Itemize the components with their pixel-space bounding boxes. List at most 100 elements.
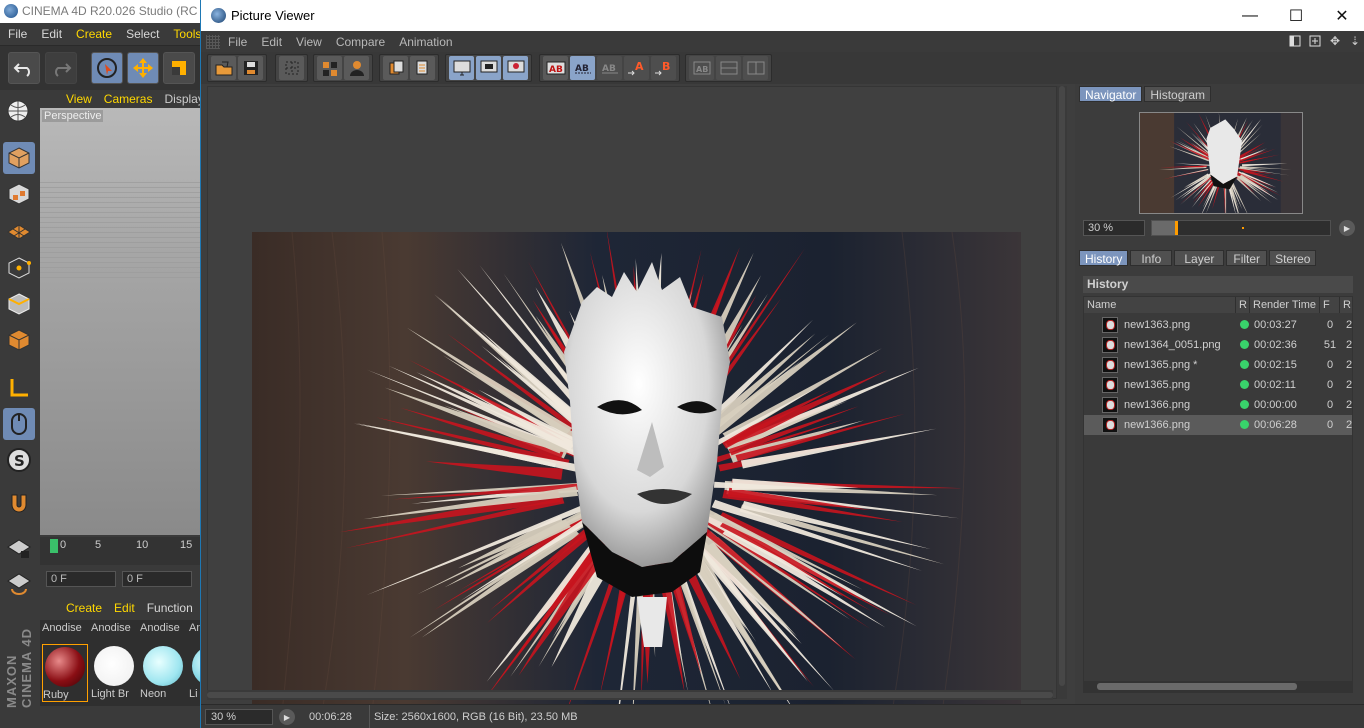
history-row[interactable]: new1365.png * 00:02:15 0 2: [1084, 355, 1352, 375]
globe-mode-button[interactable]: [3, 96, 35, 128]
edges-mode-button[interactable]: [3, 288, 35, 320]
live-selection-button[interactable]: [91, 52, 123, 84]
column-r[interactable]: R: [1236, 297, 1250, 313]
tab-layer[interactable]: Layer: [1174, 250, 1225, 266]
channel-c-button[interactable]: [743, 56, 768, 80]
close-button[interactable]: ✕: [1319, 0, 1364, 31]
c4d-timeline[interactable]: 0 5 10 15: [40, 537, 202, 565]
c4d-menu-tools[interactable]: Tools: [173, 27, 201, 41]
column-r2[interactable]: R: [1340, 297, 1352, 313]
timeline-playhead[interactable]: [50, 539, 58, 553]
ab-compare-button[interactable]: AB: [543, 56, 568, 80]
canvas-horizontal-scrollbar[interactable]: [207, 690, 1053, 700]
column-name[interactable]: Name: [1084, 297, 1236, 313]
history-row[interactable]: new1366.png 00:00:00 0 2: [1084, 395, 1352, 415]
set-a-button[interactable]: A: [624, 56, 649, 80]
redo-button[interactable]: [45, 52, 77, 84]
material-menu-function[interactable]: Function: [147, 601, 193, 615]
workplane-lock-button[interactable]: [3, 532, 35, 564]
tab-stereo[interactable]: Stereo: [1269, 250, 1317, 266]
history-row[interactable]: new1363.png 00:03:27 0 2: [1084, 315, 1352, 335]
material-menu-create[interactable]: Create: [66, 601, 102, 615]
c4d-menu-file[interactable]: File: [8, 27, 27, 41]
move-tool-button[interactable]: [127, 52, 159, 84]
move-panel-icon[interactable]: ✥: [1327, 33, 1343, 49]
tab-navigator[interactable]: Navigator: [1079, 86, 1143, 102]
minimize-button[interactable]: —: [1227, 0, 1273, 31]
image-canvas[interactable]: [207, 86, 1057, 713]
workplane-rotate-button[interactable]: [3, 568, 35, 600]
history-horizontal-scrollbar[interactable]: [1083, 681, 1353, 693]
axis-mode-button[interactable]: [3, 372, 35, 404]
current-frame-field[interactable]: 0 F: [122, 571, 192, 587]
snap-button[interactable]: [3, 488, 35, 520]
channel-grid-button[interactable]: [279, 56, 304, 80]
navigator-thumbnail[interactable]: [1139, 112, 1303, 214]
c4d-menu-edit[interactable]: Edit: [41, 27, 62, 41]
navigator-zoom-field[interactable]: 30 %: [1083, 220, 1145, 236]
model-mode-button[interactable]: [3, 142, 35, 174]
texture-mode-button[interactable]: [3, 178, 35, 210]
save-button[interactable]: [238, 56, 263, 80]
material-swatch-light[interactable]: Light Br: [91, 644, 137, 700]
points-mode-button[interactable]: [3, 252, 35, 284]
open-button[interactable]: [211, 56, 236, 80]
clear-history-button[interactable]: [410, 56, 435, 80]
history-row[interactable]: new1365.png 00:02:11 0 2: [1084, 375, 1352, 395]
workplane-mode-button[interactable]: [3, 214, 35, 246]
menu-animation[interactable]: Animation: [399, 35, 452, 49]
scale-tool-button[interactable]: [163, 52, 195, 84]
material-swatch[interactable]: Anodise: [42, 622, 88, 634]
scroll-thumb[interactable]: [1097, 683, 1297, 690]
material-menu-edit[interactable]: Edit: [114, 601, 135, 615]
ab-swap-button[interactable]: AB: [597, 56, 622, 80]
scroll-thumb[interactable]: [207, 692, 1053, 698]
copy-to-clipboard-button[interactable]: [383, 56, 408, 80]
material-swatch-ruby[interactable]: Ruby: [42, 644, 88, 702]
start-frame-field[interactable]: 0 F: [46, 571, 116, 587]
polygons-mode-button[interactable]: [3, 324, 35, 356]
menu-view[interactable]: View: [296, 35, 322, 49]
viewport-menu-view[interactable]: View: [66, 92, 92, 106]
viewport-canvas[interactable]: Perspective: [40, 108, 202, 535]
rendered-image[interactable]: [252, 232, 1021, 713]
column-render-time[interactable]: Render Time: [1250, 297, 1320, 313]
render-regions-button[interactable]: [317, 56, 342, 80]
stereo-view-button[interactable]: [503, 56, 528, 80]
arrow-down-icon[interactable]: ⇣: [1347, 33, 1363, 49]
tab-filter[interactable]: Filter: [1226, 250, 1268, 266]
panel-layout-icon[interactable]: [1287, 33, 1303, 49]
viewport-menu-display[interactable]: Display: [164, 92, 202, 106]
tweak-mode-button[interactable]: [3, 408, 35, 440]
play-icon[interactable]: ▶: [279, 709, 295, 725]
material-swatch[interactable]: Anodise: [140, 622, 186, 634]
c4d-menu-create[interactable]: Create: [76, 27, 112, 41]
history-row[interactable]: new1366.png 00:06:28 0 2: [1084, 415, 1352, 435]
scroll-thumb[interactable]: [1059, 86, 1065, 686]
menu-edit[interactable]: Edit: [261, 35, 282, 49]
c4d-viewport[interactable]: View Cameras Display Perspective: [40, 90, 202, 535]
tab-histogram[interactable]: Histogram: [1144, 86, 1212, 102]
navigator-zoom-slider[interactable]: [1151, 220, 1331, 236]
material-swatch-neon[interactable]: Neon: [140, 644, 186, 700]
tab-info[interactable]: Info: [1130, 250, 1173, 266]
render-person-button[interactable]: [344, 56, 369, 80]
menu-compare[interactable]: Compare: [336, 35, 385, 49]
channel-b-button[interactable]: [716, 56, 741, 80]
zoom-field[interactable]: 30 %: [205, 709, 273, 725]
ab-split-button[interactable]: AB: [570, 56, 595, 80]
solo-button[interactable]: S: [3, 444, 35, 476]
fullscreen-button[interactable]: [449, 56, 474, 80]
new-panel-icon[interactable]: [1307, 33, 1323, 49]
maximize-button[interactable]: ☐: [1273, 0, 1319, 31]
play-icon[interactable]: ▶: [1339, 220, 1355, 236]
channel-a-button[interactable]: AB: [689, 56, 714, 80]
set-b-button[interactable]: B: [651, 56, 676, 80]
viewport-menu-cameras[interactable]: Cameras: [104, 92, 153, 106]
column-f[interactable]: F: [1320, 297, 1340, 313]
history-row[interactable]: new1364_0051.png 00:02:36 51 2: [1084, 335, 1352, 355]
canvas-vertical-scrollbar[interactable]: [1057, 86, 1067, 699]
tab-history[interactable]: History: [1079, 250, 1129, 266]
menu-file[interactable]: File: [228, 35, 247, 49]
material-swatch[interactable]: Anodise: [91, 622, 137, 634]
